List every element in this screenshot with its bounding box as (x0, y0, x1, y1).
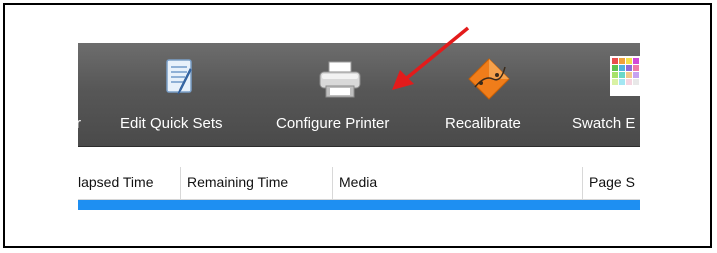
edit-quick-sets-icon (166, 59, 192, 95)
column-header-page-size[interactable]: Page S (583, 167, 640, 199)
swatch-label: Swatch E (572, 115, 636, 132)
swatch-icon (610, 56, 640, 96)
selected-job-row[interactable] (78, 200, 640, 210)
toolbar: r Edit Quick Sets Configure Printer Reca… (78, 43, 640, 147)
job-table-header: lapsed Time Remaining Time Media Page S (78, 167, 640, 200)
recalibrate-label: Recalibrate (445, 115, 521, 132)
column-header-elapsed-time[interactable]: lapsed Time (78, 167, 181, 199)
edit-quick-sets-button[interactable]: Edit Quick Sets (108, 43, 248, 146)
red-arrow-annotation (392, 26, 470, 90)
swatch-button[interactable]: Swatch E (570, 43, 640, 146)
cut-off-label-glyph: r (78, 115, 81, 132)
column-header-remaining-time[interactable]: Remaining Time (181, 167, 333, 199)
edit-quick-sets-label: Edit Quick Sets (120, 115, 223, 132)
application-window: r Edit Quick Sets Configure Printer Reca… (78, 43, 640, 215)
configure-printer-label: Configure Printer (276, 115, 390, 132)
printer-icon (319, 61, 361, 98)
column-header-media[interactable]: Media (333, 167, 583, 199)
